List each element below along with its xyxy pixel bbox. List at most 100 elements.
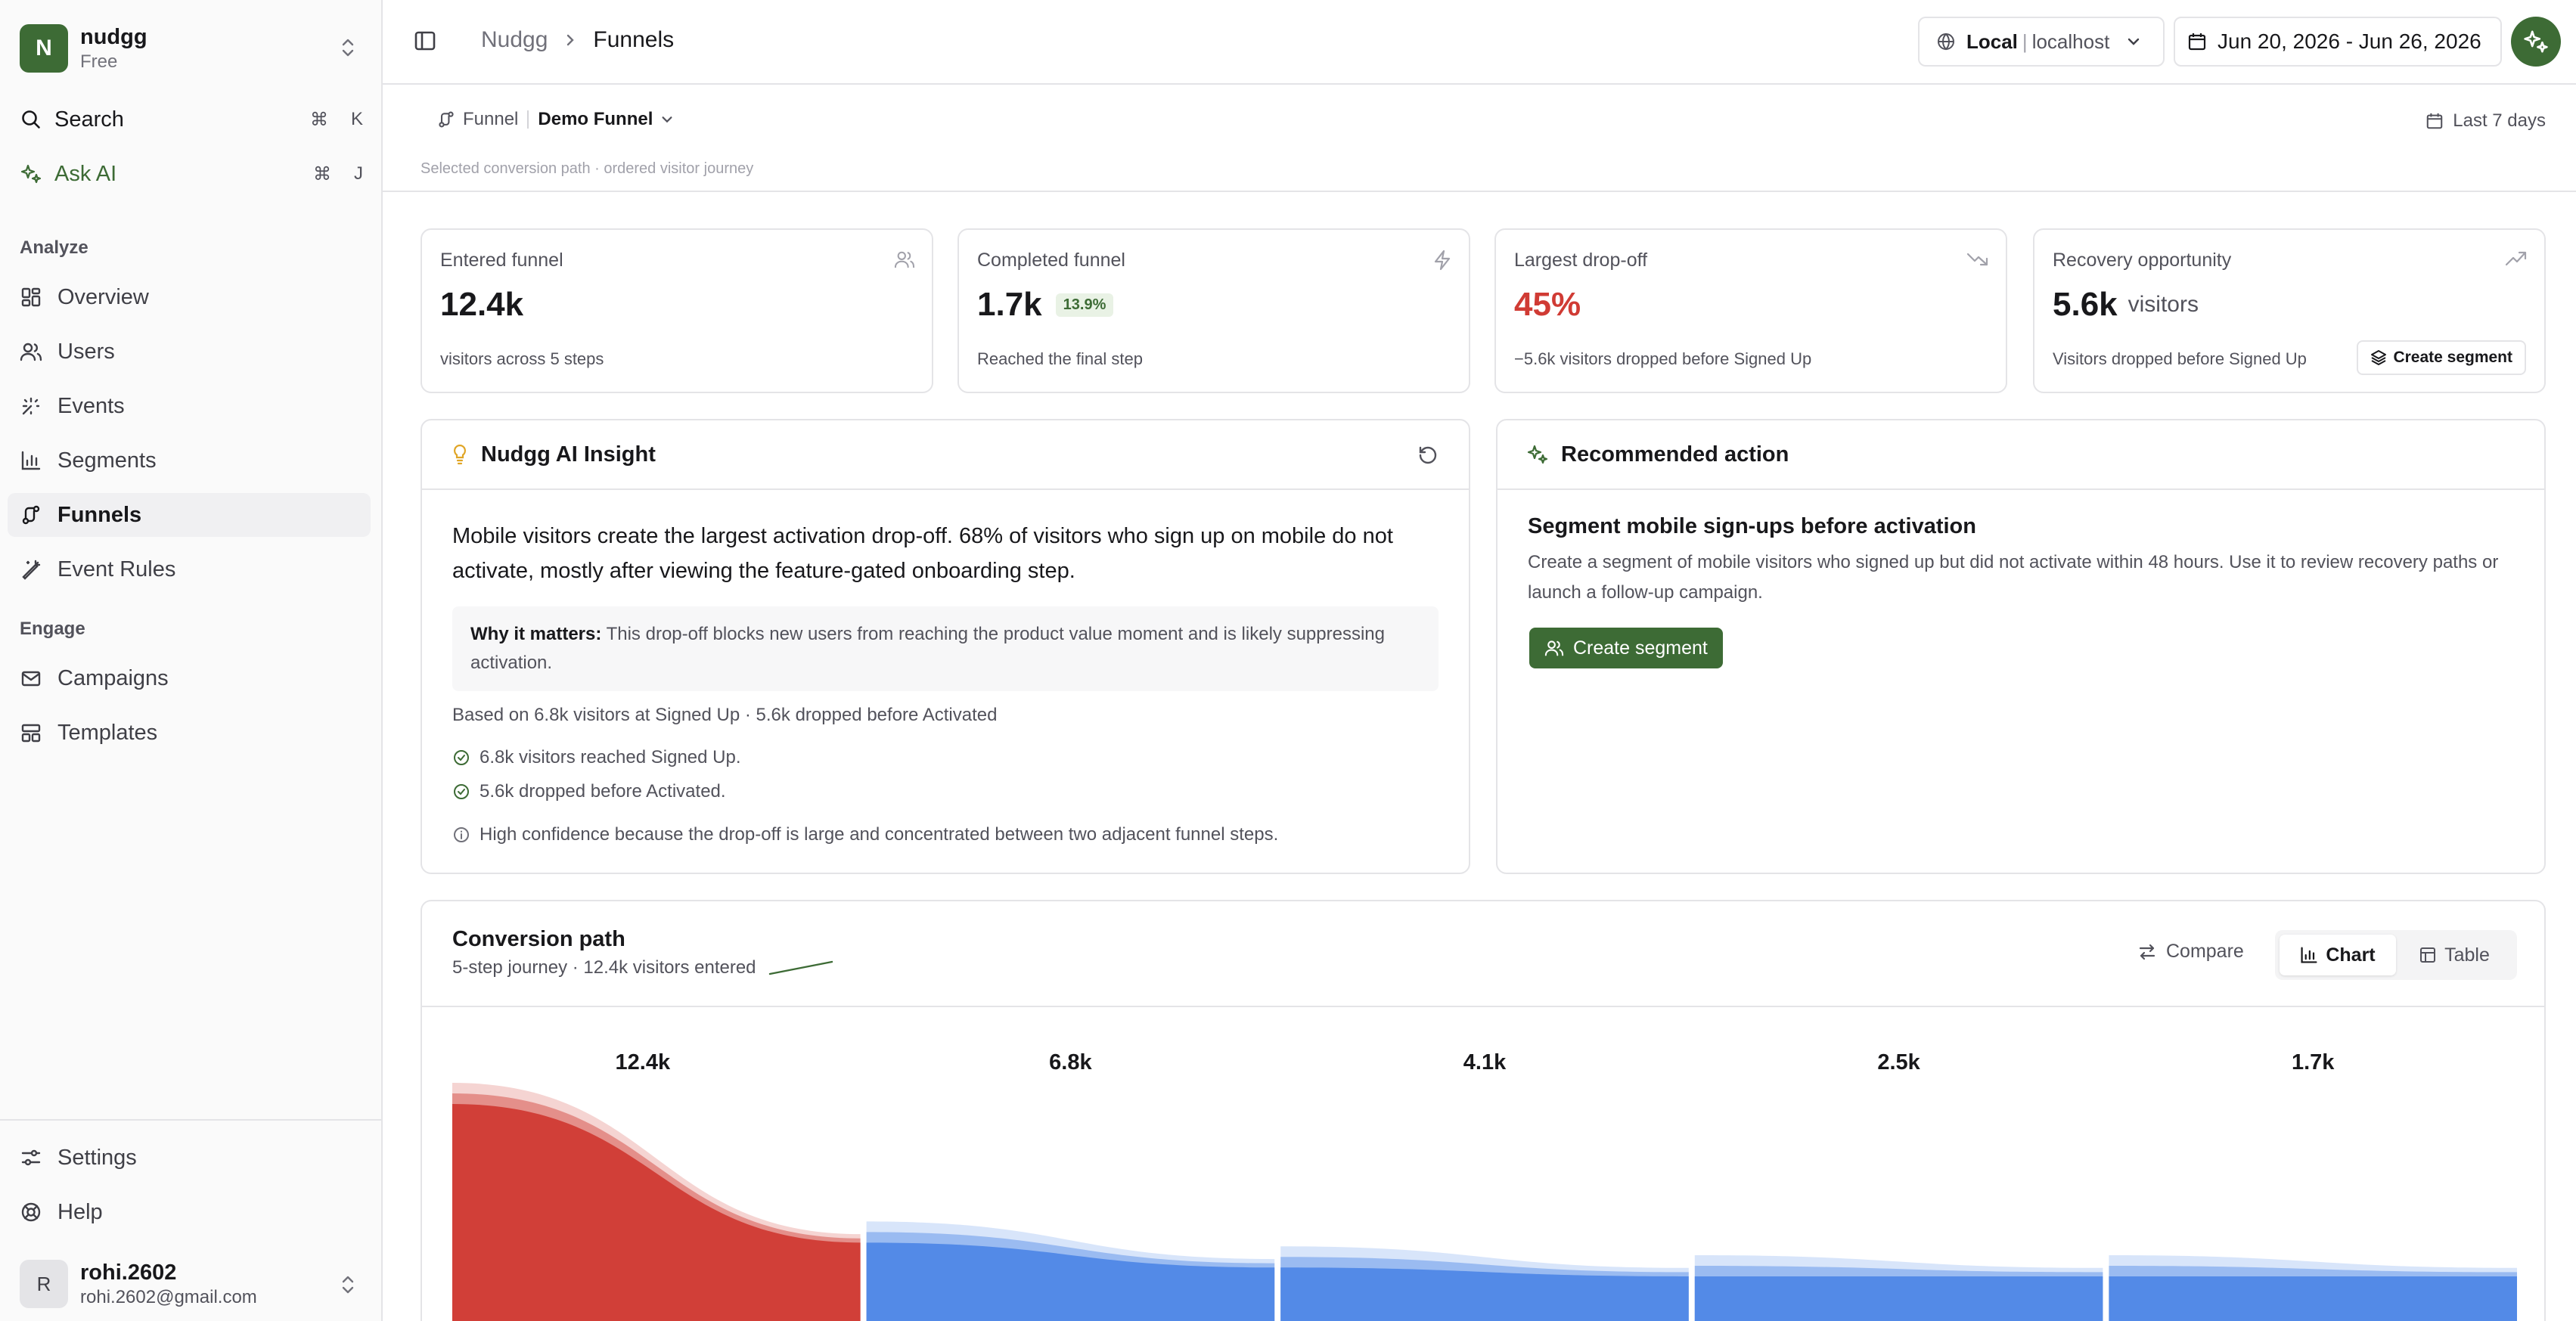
sidebar-item-users[interactable]: Users bbox=[8, 330, 371, 374]
user-name: rohi.2602 bbox=[80, 1260, 177, 1285]
avatar: R bbox=[20, 1260, 68, 1308]
sidebar-item-overview[interactable]: Overview bbox=[8, 275, 371, 319]
environment-host: localhost bbox=[2031, 29, 2110, 53]
funnel-icon bbox=[20, 504, 42, 526]
trend-up-icon bbox=[2505, 251, 2527, 266]
insight-body: Mobile visitors create the largest activ… bbox=[452, 524, 1393, 583]
funnel-range-label: Last 7 days bbox=[2453, 110, 2546, 131]
stat-title: Recovery opportunity bbox=[2053, 250, 2232, 271]
sidebar-item-segments[interactable]: Segments bbox=[8, 439, 371, 482]
stat-title: Completed funnel bbox=[977, 250, 1125, 271]
ai-assistant-button[interactable] bbox=[2511, 17, 2561, 67]
insight-title: Nudgg AI Insight bbox=[481, 442, 656, 467]
funnel-description: Selected conversion path · ordered visit… bbox=[421, 160, 754, 177]
chevron-updown-icon bbox=[342, 39, 354, 57]
workspace-plan: Free bbox=[80, 51, 118, 72]
sidebar-item-label: Overview bbox=[57, 284, 149, 309]
refresh-icon[interactable] bbox=[1417, 445, 1439, 466]
conversion-subtitle-row: 5-step journey · 12.4k visitors entered bbox=[452, 957, 833, 978]
why-it-matters: Why it matters: This drop-off blocks new… bbox=[452, 606, 1439, 691]
sidebar-item-label: Event Rules bbox=[57, 557, 176, 581]
check-circle-icon bbox=[454, 750, 469, 765]
search-label: Search bbox=[54, 107, 124, 132]
funnel-step-value-label: 2.5k bbox=[1877, 1050, 1920, 1074]
check-circle-icon bbox=[454, 784, 469, 799]
stat-value: 1.7k bbox=[977, 286, 1042, 323]
sidebar-item-settings[interactable]: Settings bbox=[8, 1136, 371, 1180]
conversion-path-card: Conversion path 5-step journey · 12.4k v… bbox=[421, 900, 2546, 1321]
stat-subtitle: visitors across 5 steps bbox=[440, 349, 604, 368]
chevron-updown-icon bbox=[342, 1276, 354, 1294]
funnel-name: Demo Funnel bbox=[538, 109, 653, 129]
recommendation-title: Segment mobile sign-ups before activatio… bbox=[1528, 514, 1976, 538]
search-icon bbox=[20, 108, 42, 131]
ask-ai-button[interactable]: Ask AI ⌘ J bbox=[20, 153, 363, 195]
date-range-label: Jun 20, 2026 - Jun 26, 2026 bbox=[2218, 29, 2481, 53]
funnel-selector[interactable]: Funnel Demo Funnel bbox=[437, 109, 674, 130]
sparkle-icon bbox=[20, 395, 42, 417]
sidebar-toggle-icon[interactable] bbox=[413, 29, 437, 53]
funnel-range[interactable]: Last 7 days bbox=[2425, 110, 2546, 132]
insight-confidence: High confidence because the drop-off is … bbox=[452, 824, 1278, 845]
sidebar-item-events[interactable]: Events bbox=[8, 384, 371, 428]
sidebar-item-label: Help bbox=[57, 1199, 103, 1224]
create-segment-button[interactable]: Create segment bbox=[1529, 628, 1723, 668]
sidebar-item-templates[interactable]: Templates bbox=[8, 711, 371, 755]
date-range-picker[interactable]: Jun 20, 2026 - Jun 26, 2026 bbox=[2174, 17, 2502, 67]
funnel-step-band bbox=[2109, 1276, 2517, 1321]
stat-title: Largest drop-off bbox=[1514, 250, 1648, 271]
stat-title: Entered funnel bbox=[440, 250, 563, 271]
help-icon bbox=[20, 1201, 42, 1223]
ask-ai-shortcut: ⌘ J bbox=[313, 163, 363, 185]
stat-card-entered: Entered funnel 12.4k visitors across 5 s… bbox=[421, 228, 933, 393]
ai-sparkle-icon bbox=[20, 163, 42, 185]
user-menu[interactable]: R rohi.2602 rohi.2602@gmail.com bbox=[20, 1258, 363, 1310]
recommendation-description: Create a segment of mobile visitors who … bbox=[1528, 552, 2499, 603]
bar-chart-icon bbox=[2301, 947, 2317, 963]
sidebar-item-label: Funnels bbox=[57, 502, 142, 527]
workspace-name: nudgg bbox=[80, 24, 147, 49]
sliders-icon bbox=[20, 1146, 42, 1169]
stat-value-row: 1.7k 13.9% bbox=[977, 286, 1114, 324]
ai-sparkle-icon bbox=[1526, 443, 1549, 466]
tab-chart[interactable]: Chart bbox=[2280, 935, 2396, 975]
create-segment-button[interactable]: Create segment bbox=[2357, 340, 2526, 375]
bar-chart-icon bbox=[20, 449, 42, 472]
recommendation-header: Recommended action bbox=[1561, 442, 1789, 467]
sidebar-item-help[interactable]: Help bbox=[8, 1190, 371, 1234]
ask-ai-label: Ask AI bbox=[54, 161, 117, 186]
sidebar-item-label: Templates bbox=[57, 720, 158, 745]
globe-icon bbox=[1938, 33, 1954, 51]
card-header: Recommended action bbox=[1497, 420, 2544, 490]
stat-value: 5.6k bbox=[2053, 286, 2118, 323]
layout-icon bbox=[20, 721, 42, 744]
stat-value: 12.4k bbox=[440, 286, 524, 323]
workspace-switcher[interactable]: N nudgg Free bbox=[20, 23, 363, 74]
funnel-step-value-label: 4.1k bbox=[1463, 1050, 1507, 1074]
sidebar-item-event-rules[interactable]: Event Rules bbox=[8, 547, 371, 591]
user-email: rohi.2602@gmail.com bbox=[80, 1286, 257, 1307]
environment-name: Local bbox=[1966, 29, 2018, 53]
workspace-logo: N bbox=[20, 24, 68, 73]
funnel-header: Funnel Demo Funnel Selected conversion p… bbox=[383, 86, 2576, 192]
sidebar-item-funnels[interactable]: Funnels bbox=[8, 493, 371, 537]
breadcrumb: Nudgg Funnels bbox=[481, 27, 674, 53]
conversion-divider bbox=[422, 1006, 2544, 1007]
sidebar-item-campaigns[interactable]: Campaigns bbox=[8, 656, 371, 700]
search-shortcut: ⌘ K bbox=[309, 108, 363, 130]
breadcrumb-root[interactable]: Nudgg bbox=[481, 27, 548, 53]
recommended-action-card: Recommended action Segment mobile sign-u… bbox=[1496, 419, 2546, 874]
funnel-chart: 12.4k 6.8k 4.1k 2.5k 1.7k bbox=[452, 1050, 2517, 1321]
chevron-down-icon bbox=[2128, 38, 2140, 45]
breadcrumb-current: Funnels bbox=[593, 27, 675, 52]
environment-selector[interactable]: Local | localhost bbox=[1918, 17, 2165, 67]
grid-icon bbox=[20, 286, 42, 309]
funnel-step-value-label: 1.7k bbox=[2292, 1050, 2335, 1074]
section-label-analyze: Analyze bbox=[20, 237, 88, 258]
tab-table[interactable]: Table bbox=[2396, 935, 2512, 975]
search-button[interactable]: Search ⌘ K bbox=[20, 98, 363, 141]
insight-basis: Based on 6.8k visitors at Signed Up · 5.… bbox=[452, 705, 998, 725]
compare-button[interactable]: Compare bbox=[2137, 941, 2244, 963]
sidebar-item-label: Settings bbox=[57, 1145, 137, 1170]
stat-subtitle: −5.6k visitors dropped before Signed Up bbox=[1514, 349, 1812, 368]
